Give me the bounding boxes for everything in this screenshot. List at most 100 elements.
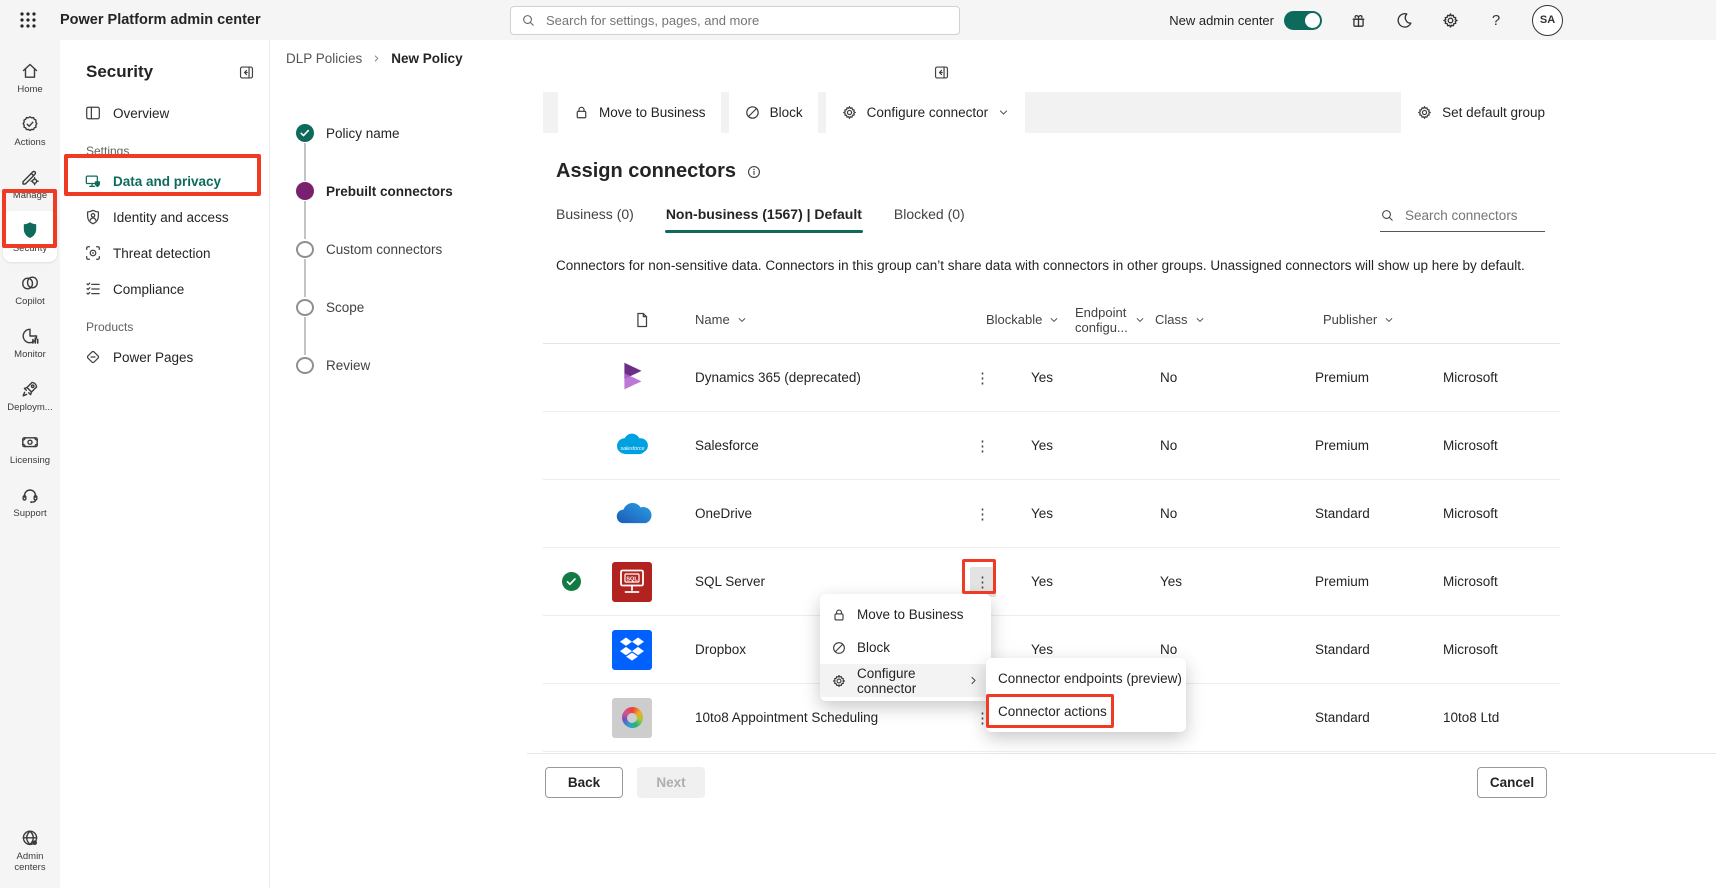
submenu-item-connector-actions[interactable]: Connector actions xyxy=(986,695,1186,728)
chevron-right-icon xyxy=(967,674,980,687)
wizard-step-label: Review xyxy=(326,357,371,373)
back-button[interactable]: Back xyxy=(545,767,623,798)
rail-item-home[interactable]: Home xyxy=(3,52,57,103)
data-privacy-icon xyxy=(84,172,102,190)
account-avatar[interactable]: SA xyxy=(1532,4,1563,36)
move-to-business-button[interactable]: Move to Business xyxy=(558,92,721,133)
global-search-input[interactable] xyxy=(544,12,949,29)
connector-search-input[interactable] xyxy=(1403,207,1545,224)
context-menu-item-configure-connector[interactable]: Configure connector xyxy=(820,664,991,697)
wizard-step-label: Policy name xyxy=(326,125,400,141)
step-complete-check-icon xyxy=(296,124,314,142)
collapse-steps-icon[interactable] xyxy=(933,64,950,81)
kebab-menu-button[interactable]: ⋮ xyxy=(969,566,996,597)
connector-row-sql-server[interactable]: SQL SQL Server ⋮ Yes Yes Premium Microsoft xyxy=(543,548,1560,616)
wizard-step-connector xyxy=(304,259,306,297)
tab-non-business-1567-default[interactable]: Non-business (1567) | Default xyxy=(664,206,863,233)
whats-new-icon[interactable] xyxy=(1348,10,1368,30)
context-menu-item-block[interactable]: Block xyxy=(820,631,991,664)
dark-mode-icon[interactable] xyxy=(1394,10,1414,30)
connector-row-dynamics-365-deprecated[interactable]: Dynamics 365 (deprecated) ⋮ Yes No Premium Mi… xyxy=(543,344,1560,412)
sidebar-item-compliance[interactable]: Compliance xyxy=(74,272,257,306)
wizard-step-current[interactable]: Prebuilt connectors xyxy=(296,182,453,200)
rail-item-admin-centers[interactable]: Admin centers xyxy=(3,825,57,876)
tab-blocked-0[interactable]: Blocked (0) xyxy=(894,206,965,233)
wizard-step-complete[interactable]: Policy name xyxy=(296,124,453,142)
rail-item-actions[interactable]: Actions xyxy=(3,105,57,156)
collapse-sidebar-icon[interactable] xyxy=(238,64,255,81)
new-admin-center-toggle-group: New admin center xyxy=(1169,10,1322,30)
rail-item-deployment[interactable]: Deploym... xyxy=(3,370,57,421)
rail-item-copilot[interactable]: Copilot xyxy=(3,264,57,315)
wizard-step-label: Custom connectors xyxy=(326,241,443,257)
column-header-endpoint-configu[interactable]: Endpoint configu... xyxy=(1005,305,1144,335)
configure-connector-button[interactable]: Configure connector xyxy=(825,92,1026,133)
topbar: Power Platform admin center New admin ce… xyxy=(0,0,1716,40)
global-search-box[interactable] xyxy=(510,6,960,35)
row-actions-cell: ⋮ xyxy=(960,566,1005,597)
context-menu-item-label: Move to Business xyxy=(857,607,964,622)
cancel-button[interactable]: Cancel xyxy=(1477,767,1547,798)
column-header-name[interactable]: Name xyxy=(675,312,960,327)
waffle-icon xyxy=(18,10,38,30)
context-menu-item-move-to-business[interactable]: Move to Business xyxy=(820,598,991,631)
wizard-step-upcoming[interactable]: Review xyxy=(296,356,453,374)
block-icon xyxy=(744,104,761,121)
set-default-group-button[interactable]: Set default group xyxy=(1401,92,1560,133)
sidebar-item-threat-detection[interactable]: Threat detection xyxy=(74,236,257,270)
help-icon[interactable]: ? xyxy=(1486,10,1506,30)
wizard-step-connector xyxy=(304,201,306,239)
app-launcher-button[interactable] xyxy=(10,2,46,38)
kebab-menu-button[interactable]: ⋮ xyxy=(970,431,996,461)
salesforce-logo: salesforce xyxy=(612,426,652,466)
connector-row-onedrive[interactable]: OneDrive ⋮ Yes No Standard Microsoft xyxy=(543,480,1560,548)
context-menu-item-label: Configure connector xyxy=(857,665,917,696)
sidebar-item-identity-and-access[interactable]: Identity and access xyxy=(74,200,257,234)
rail-item-label: Licensing xyxy=(9,454,51,466)
toggle-knob xyxy=(1305,12,1320,28)
column-header-publisher[interactable]: Publisher xyxy=(1280,312,1400,327)
submenu-item-connector-endpoints-preview[interactable]: Connector endpoints (preview) xyxy=(986,662,1186,695)
rail-item-manage[interactable]: Manage xyxy=(3,158,57,209)
kebab-menu-button[interactable]: ⋮ xyxy=(970,363,996,393)
settings-gear-icon[interactable] xyxy=(1440,10,1460,30)
command-bar: Move to Business Block Configure connector… xyxy=(543,92,1560,133)
sidebar-item-data-and-privacy[interactable]: Data and privacy xyxy=(74,164,257,198)
connector-group-tabs: Business (0) Non-business (1567) | Defaul… xyxy=(556,206,965,233)
class-value: Premium xyxy=(1315,370,1370,385)
tab-business-0[interactable]: Business (0) xyxy=(556,206,634,233)
connector-search-box[interactable] xyxy=(1380,207,1545,232)
class-value: Premium xyxy=(1315,574,1370,589)
row-actions-cell: ⋮ xyxy=(960,363,1005,393)
wizard-step-upcoming[interactable]: Scope xyxy=(296,298,453,316)
rail-item-label: Manage xyxy=(12,189,48,201)
rail-item-label: Security xyxy=(12,242,48,254)
left-rail: Home Actions Manage Security Copilot Monitor D… xyxy=(0,40,60,888)
kebab-menu-button[interactable]: ⋮ xyxy=(970,499,996,529)
column-header-class[interactable]: Class xyxy=(1120,312,1280,327)
rail-item-monitor[interactable]: Monitor xyxy=(3,317,57,368)
selected-check-icon xyxy=(562,572,581,591)
class-value: Standard xyxy=(1315,642,1370,657)
wizard-step-upcoming[interactable]: Custom connectors xyxy=(296,240,453,258)
sidebar-item-power-pages[interactable]: Power Pages xyxy=(74,340,257,374)
column-header-blockable[interactable]: Blockable xyxy=(960,312,1058,327)
new-admin-center-toggle[interactable] xyxy=(1284,10,1322,30)
breadcrumb-item[interactable]: DLP Policies xyxy=(286,51,362,66)
shield-icon xyxy=(20,220,40,240)
sqlserver-logo: SQL xyxy=(612,561,652,602)
onedrive-logo xyxy=(612,494,652,534)
new-admin-center-label: New admin center xyxy=(1169,12,1274,28)
block-button[interactable]: Block xyxy=(728,92,818,133)
endpoint-configurable-value: Yes xyxy=(1160,574,1183,589)
sidebar-item-overview[interactable]: Overview xyxy=(74,96,257,130)
step-circle-icon xyxy=(296,240,314,258)
manage-icon xyxy=(20,167,40,187)
connector-row-salesforce[interactable]: salesforce Salesforce ⋮ Yes No Premium Microso… xyxy=(543,412,1560,480)
rail-item-security[interactable]: Security xyxy=(3,211,57,262)
sidebar-item-label: Overview xyxy=(113,105,170,121)
connector-logo-cell: salesforce xyxy=(600,426,675,466)
rail-item-support[interactable]: Support xyxy=(3,476,57,527)
info-icon[interactable] xyxy=(746,164,762,180)
rail-item-licensing[interactable]: Licensing xyxy=(3,423,57,474)
